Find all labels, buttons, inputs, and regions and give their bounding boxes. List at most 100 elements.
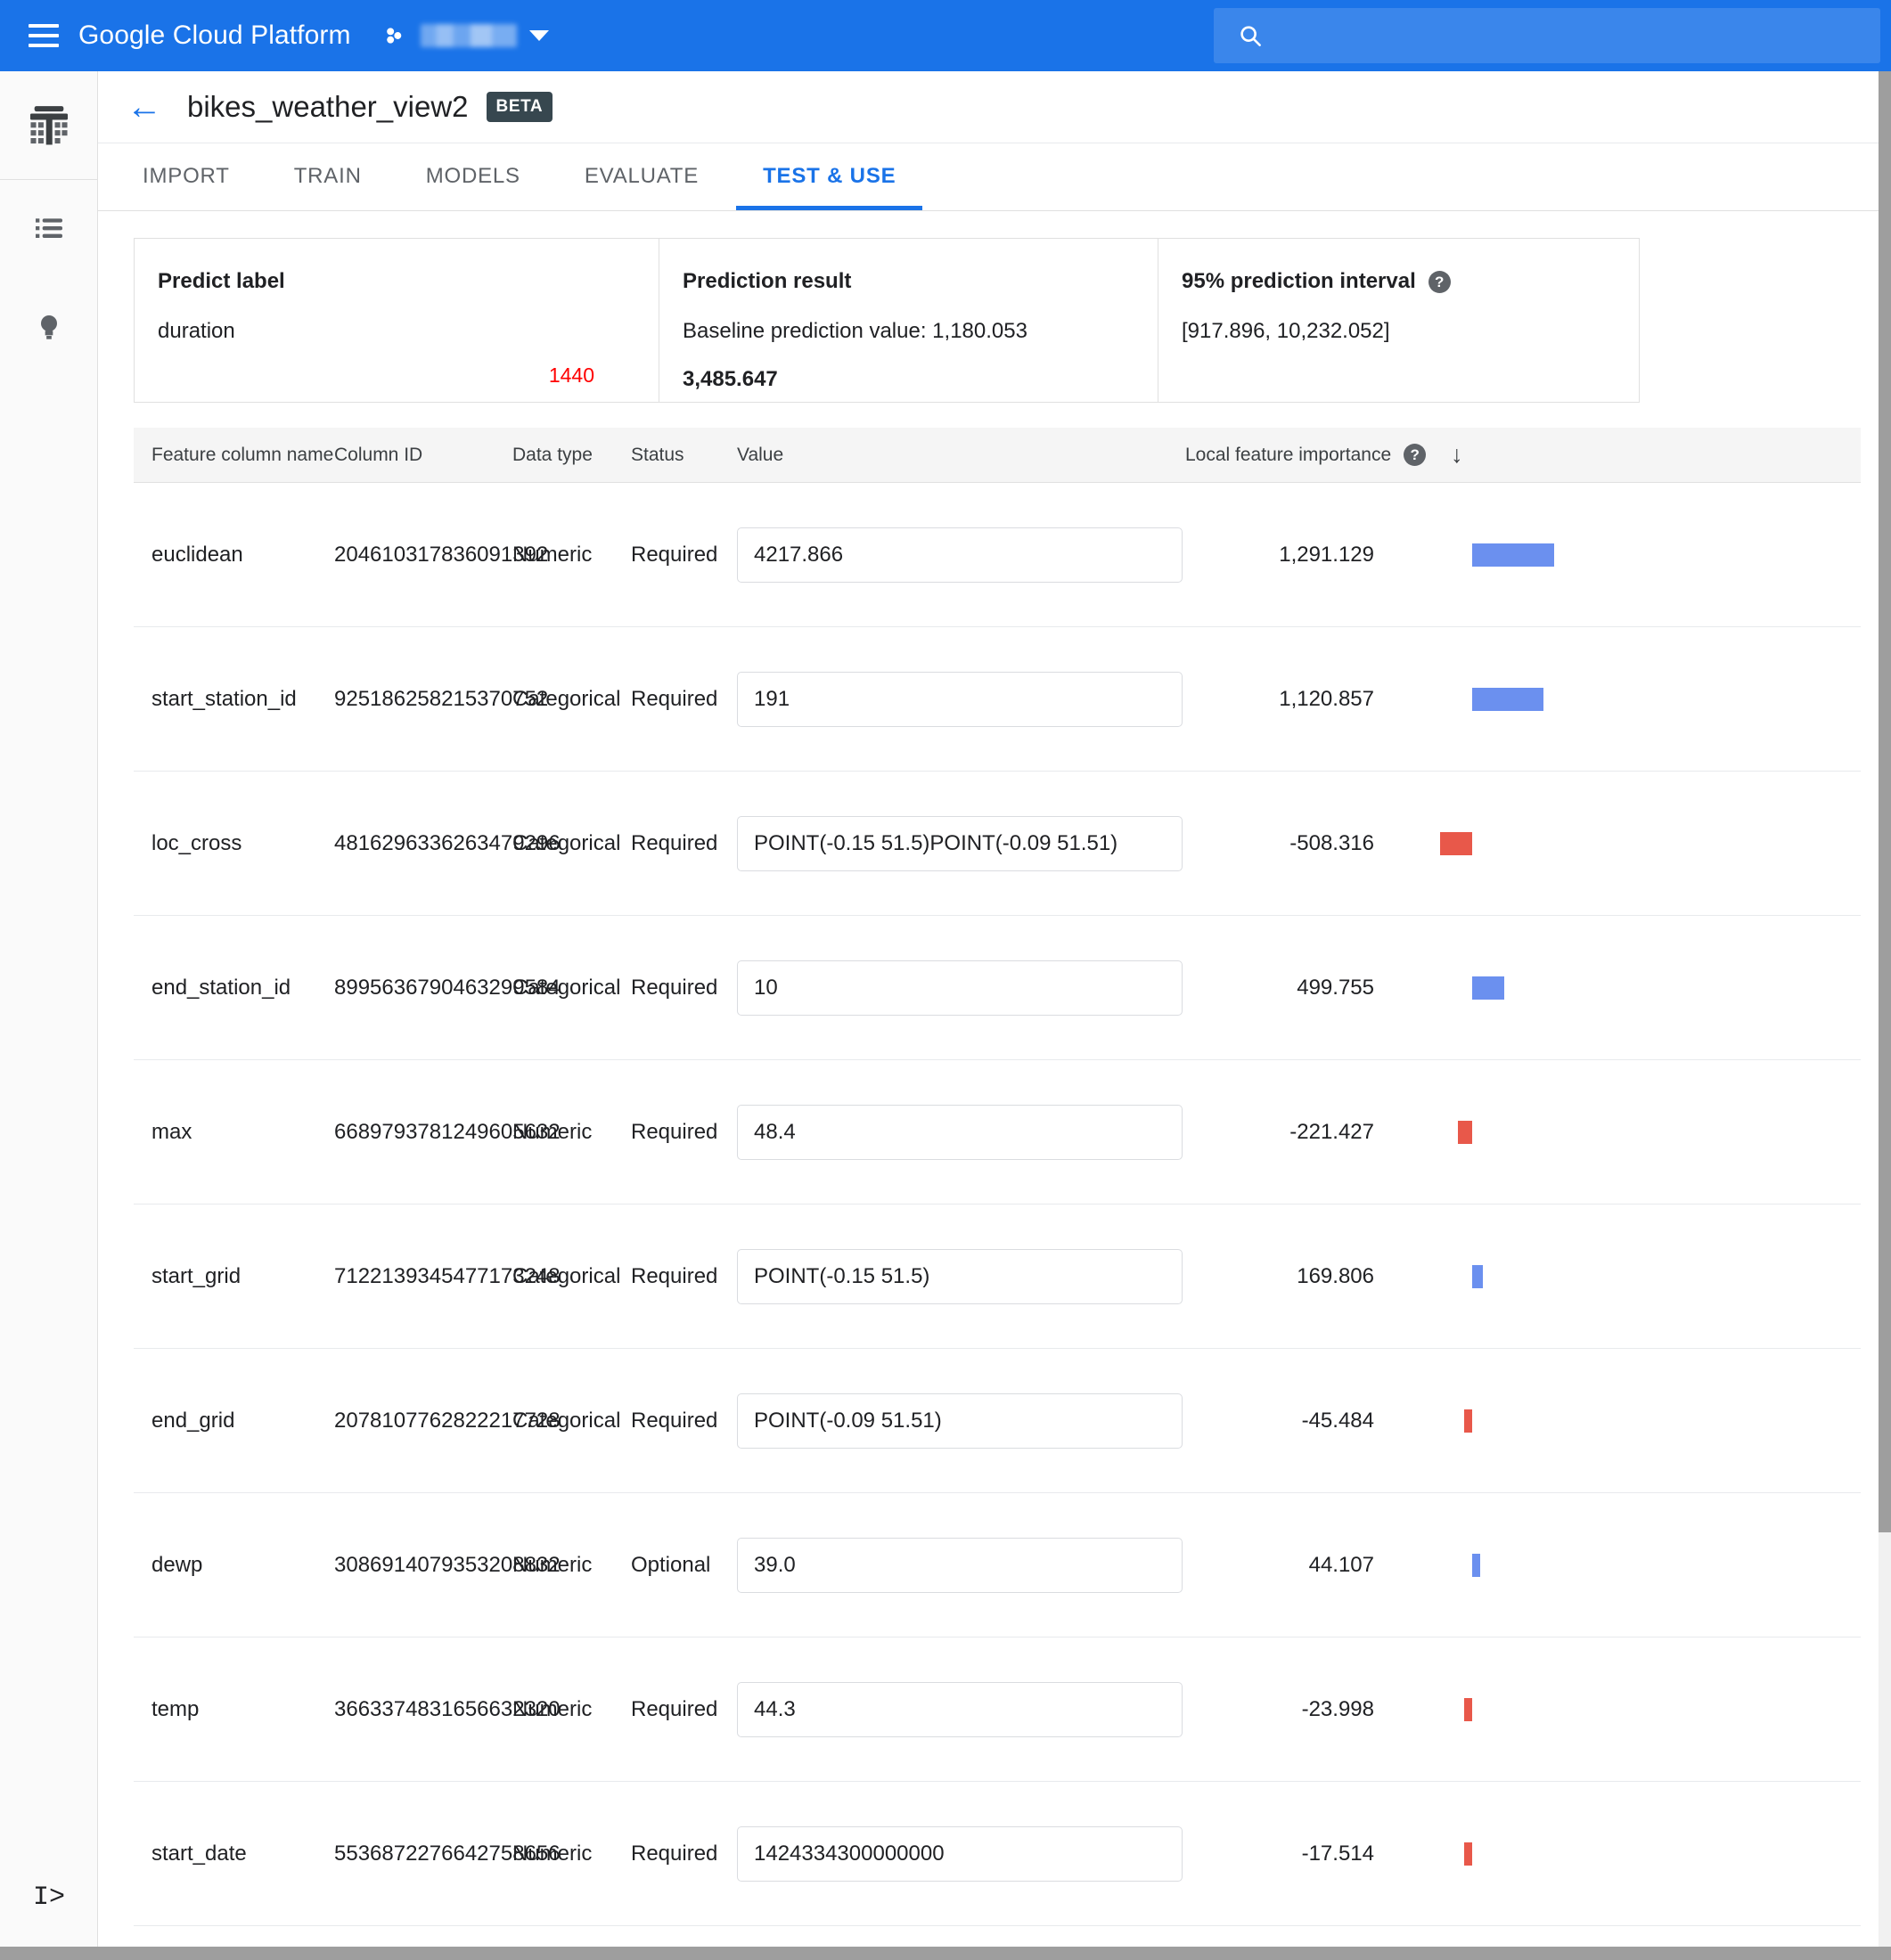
value-cell <box>729 1104 1185 1160</box>
tab-train[interactable]: TRAIN <box>267 143 389 210</box>
local-feature-importance-value: -508.316 <box>1289 830 1374 855</box>
feature-column-name: dewp <box>151 1552 203 1577</box>
column-id: 7122139345477173248 <box>334 1263 561 1288</box>
local-feature-importance-value: -221.427 <box>1289 1119 1374 1144</box>
data-type: Numeric <box>512 1841 593 1866</box>
status: Required <box>631 542 718 567</box>
importance-bar-negative <box>1464 1842 1472 1866</box>
automl-tables-logo-icon[interactable] <box>0 71 97 180</box>
feature-column-name: start_station_id <box>151 686 297 711</box>
vertical-scrollbar-thumb[interactable] <box>1879 71 1891 1532</box>
feature-value-input[interactable] <box>737 1248 1183 1304</box>
tab-evaluate[interactable]: EVALUATE <box>558 143 725 210</box>
data-type: Categorical <box>512 686 621 711</box>
baseline-prediction-text: Baseline prediction value: 1,180.053 <box>683 319 1027 343</box>
importance-bar-negative <box>1440 831 1472 855</box>
chevron-down-icon[interactable] <box>528 30 549 41</box>
feature-column-name: start_grid <box>151 1263 241 1288</box>
feature-column-name: euclidean <box>151 542 243 567</box>
column-header-value: Value <box>737 444 784 465</box>
local-feature-importance-label: Local feature importance <box>1185 444 1392 465</box>
actual-value: 1440 <box>548 363 594 387</box>
feature-value-input[interactable] <box>737 960 1183 1016</box>
feature-value-input[interactable] <box>737 1681 1183 1737</box>
feature-value-input[interactable] <box>737 1825 1183 1882</box>
importance-bar-positive <box>1472 1264 1483 1288</box>
status: Required <box>631 1841 718 1866</box>
feature-value-input[interactable] <box>737 1537 1183 1593</box>
tab-import[interactable]: IMPORT <box>116 143 257 210</box>
feature-importance-table: Feature column name Column ID Data type … <box>134 428 1861 1947</box>
prediction-interval-title: 95% prediction interval? <box>1182 269 1639 294</box>
feature-column-name: max <box>151 1119 192 1144</box>
lightbulb-icon <box>40 315 57 339</box>
feature-column-name: temp <box>151 1696 200 1721</box>
table-row: end_station_id 8995636790463299584 Categor… <box>134 916 1861 1060</box>
prediction-interval-label: 95% prediction interval <box>1182 269 1416 293</box>
hamburger-icon[interactable] <box>29 24 59 47</box>
feature-value-input[interactable] <box>737 1392 1183 1449</box>
importance-bar-cell <box>1390 1782 1861 1925</box>
data-type: Numeric <box>512 542 593 567</box>
search-input[interactable] <box>1214 8 1880 63</box>
main-content: Predict label duration 1440 Prediction r… <box>98 211 1891 1947</box>
importance-bar-cell <box>1390 772 1861 915</box>
feature-value-input[interactable] <box>737 815 1183 871</box>
sidebar-item-models[interactable] <box>0 278 97 376</box>
list-icon <box>35 218 62 238</box>
importance-bar-negative <box>1458 1120 1472 1144</box>
help-icon[interactable]: ? <box>1428 271 1451 294</box>
project-name-redacted <box>420 24 517 47</box>
importance-bar-cell <box>1390 1349 1861 1492</box>
prediction-interval-value: [917.896, 10,232.052] <box>1182 319 1390 343</box>
expand-panel-icon[interactable]: I> <box>0 1882 98 1913</box>
table-row: start_date 5536872276642758656 Numeric Requ… <box>134 1782 1861 1926</box>
value-cell <box>729 1681 1185 1737</box>
importance-bar-positive <box>1472 1553 1480 1577</box>
feature-column-name: loc_cross <box>151 830 242 855</box>
table-row: max 6689793781249605632Numeric Required -22… <box>134 1060 1861 1205</box>
prediction-result-cell: Prediction result Baseline prediction va… <box>659 239 1158 402</box>
help-icon[interactable]: ? <box>1404 444 1427 466</box>
status: Required <box>631 1119 718 1144</box>
tab-test-and-use[interactable]: TEST & USE <box>736 143 923 210</box>
status: Required <box>631 830 718 855</box>
status: Required <box>631 1408 718 1433</box>
sort-descending-arrow-icon[interactable]: ↓ <box>1451 441 1463 469</box>
column-id: 5536872276642758656 <box>334 1841 561 1866</box>
project-selector[interactable] <box>383 23 549 48</box>
status: Optional <box>631 1552 711 1577</box>
importance-bar-positive <box>1472 687 1543 711</box>
table-header-row: Feature column name Column ID Data type … <box>134 428 1861 483</box>
value-cell <box>729 1537 1185 1593</box>
prediction-interval-cell: 95% prediction interval? [917.896, 10,23… <box>1158 239 1639 402</box>
column-header-data-type: Data type <box>512 444 593 465</box>
tab-models[interactable]: MODELS <box>399 143 547 210</box>
local-feature-importance-value: 44.107 <box>1308 1552 1374 1577</box>
column-header-feature-name: Feature column name <box>151 444 334 465</box>
importance-bar-negative <box>1464 1697 1472 1721</box>
feature-value-input[interactable] <box>737 671 1183 727</box>
value-cell <box>729 1825 1185 1882</box>
table-row: loc_cross 4816296336263479296 Categorical R… <box>134 772 1861 916</box>
feature-value-input[interactable] <box>737 527 1183 583</box>
gcp-top-bar: Google Cloud Platform <box>0 0 1891 71</box>
table-row: start_grid 7122139345477173248 Categorical… <box>134 1205 1861 1349</box>
status: Required <box>631 686 718 711</box>
search-icon <box>1240 26 1261 46</box>
value-cell <box>729 671 1185 727</box>
feature-value-input[interactable] <box>737 1104 1183 1160</box>
data-type: Categorical <box>512 830 621 855</box>
column-id: 3663374831656632320 <box>334 1696 561 1721</box>
importance-bar-cell <box>1390 1637 1861 1781</box>
back-arrow-icon[interactable]: ← <box>127 89 162 125</box>
predict-label-title: Predict label <box>158 269 285 293</box>
sidebar-item-datasets[interactable] <box>0 180 97 278</box>
column-header-local-feature-importance[interactable]: Local feature importance ? ↓ <box>1185 441 1568 469</box>
value-cell <box>729 1248 1185 1304</box>
table-row: start_station_id 925186258215370752 Catego… <box>134 627 1861 772</box>
data-type: Categorical <box>512 975 621 1000</box>
column-id: 2078107762822217728 <box>334 1408 561 1433</box>
importance-bar-cell <box>1390 1205 1861 1348</box>
importance-bar-positive <box>1472 543 1554 567</box>
